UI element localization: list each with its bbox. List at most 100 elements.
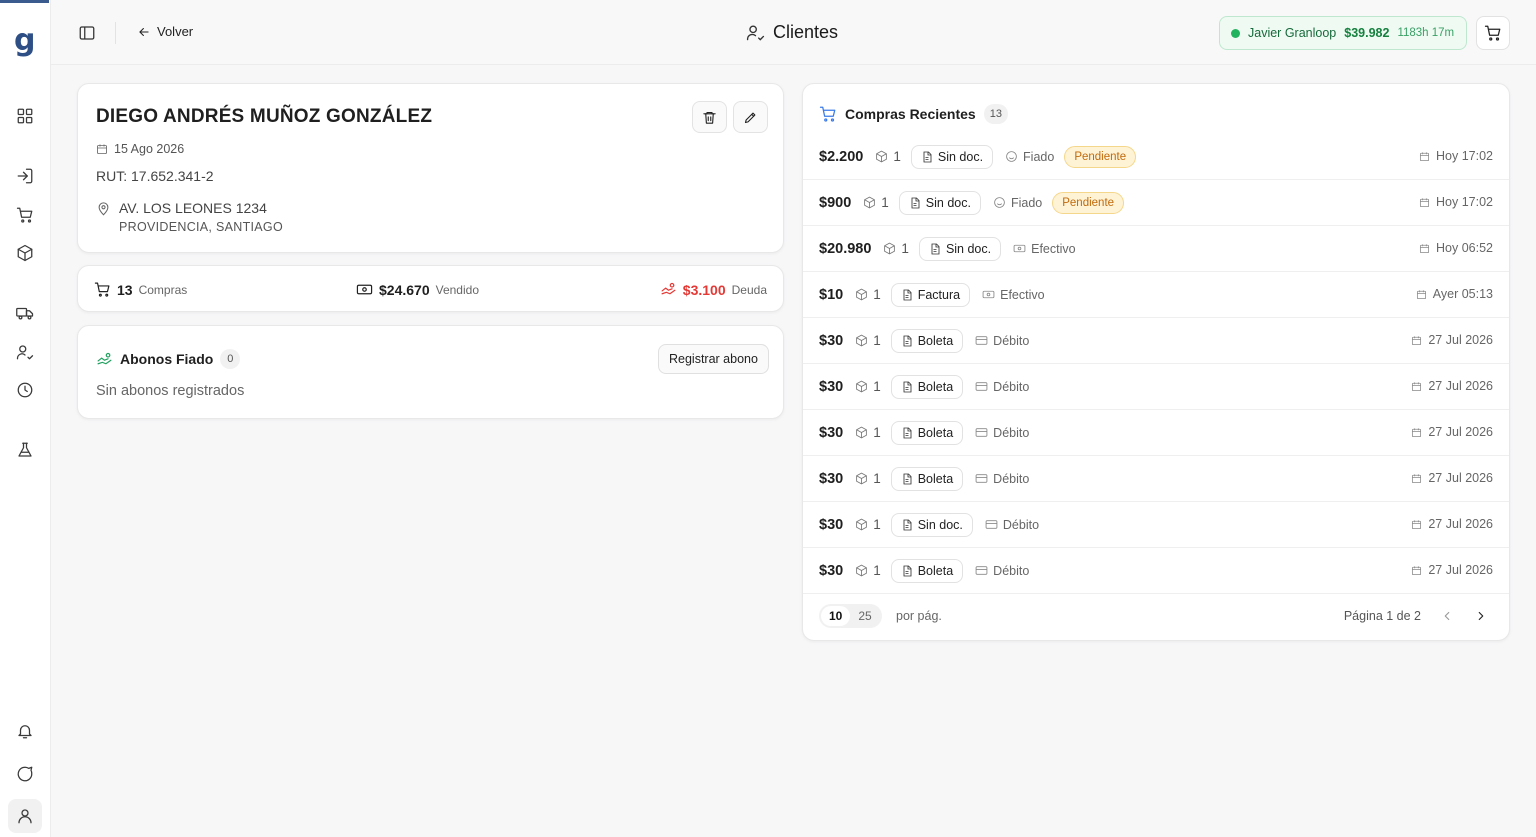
purchase-row[interactable]: $2.200 1 Sin doc. Fiado Pendiente Hoy 17:02: [803, 134, 1509, 180]
file-icon: [929, 243, 941, 255]
purchase-amount: $2.200: [819, 148, 864, 165]
top-header: Volver Clientes Javier Granloop $39.982 …: [51, 0, 1536, 65]
payment-method-text: Efectivo: [1031, 241, 1076, 256]
payment-method: Débito: [985, 518, 1039, 532]
package-icon[interactable]: [15, 243, 35, 263]
delete-button[interactable]: [692, 101, 727, 133]
truck-icon[interactable]: [15, 303, 35, 323]
stat-deuda: $3.100 Deuda: [660, 281, 767, 298]
credit-card-icon: [975, 564, 988, 577]
session-badge[interactable]: Javier Granloop $39.982 1183h 17m: [1219, 16, 1467, 50]
clock-icon[interactable]: [15, 380, 35, 400]
purchases-list: $2.200 1 Sin doc. Fiado Pendiente Hoy 17:02 $9…: [803, 134, 1509, 594]
user-avatar-button[interactable]: [8, 799, 42, 833]
file-icon: [901, 335, 913, 347]
purchase-date-text: 27 Jul 2026: [1428, 379, 1493, 393]
calendar-icon: [1411, 381, 1422, 392]
stat-deuda-value: $3.100: [682, 281, 726, 298]
document-type: Sin doc.: [937, 149, 984, 164]
purchase-row[interactable]: $30 1 Boleta Débito 27 Jul 2026: [803, 364, 1509, 410]
purchase-row[interactable]: $20.980 1 Sin doc. Efectivo Hoy 06:52: [803, 226, 1509, 272]
purchase-row[interactable]: $900 1 Sin doc. Fiado Pendiente Hoy 17:02: [803, 180, 1509, 226]
payment-method: Débito: [975, 380, 1029, 394]
purchase-qty-value: 1: [873, 425, 881, 440]
payment-method-text: Fiado: [1023, 149, 1055, 164]
next-page-button[interactable]: [1471, 606, 1491, 626]
purchase-date: Hoy 17:02: [1419, 149, 1493, 163]
cart-icon: [819, 106, 836, 122]
pencil-icon: [744, 112, 756, 123]
cart-button[interactable]: [1476, 16, 1510, 50]
payment-method-text: Fiado: [1010, 195, 1043, 210]
purchase-date: Hoy 17:02: [1419, 195, 1493, 209]
hand-coins-icon: [661, 282, 676, 295]
purchase-qty-value: 1: [873, 379, 881, 394]
register-abono-button[interactable]: Registrar abono: [658, 344, 769, 374]
purchase-row[interactable]: $30 1 Boleta Débito 27 Jul 2026: [803, 456, 1509, 502]
bell-icon[interactable]: [15, 721, 35, 741]
back-button[interactable]: Volver: [137, 24, 193, 39]
dashboard-icon[interactable]: [15, 106, 35, 126]
purchase-date: 27 Jul 2026: [1411, 563, 1493, 577]
payment-method-text: Débito: [993, 333, 1030, 348]
cart-icon[interactable]: [15, 205, 35, 225]
purchase-date-text: Hoy 17:02: [1436, 149, 1493, 163]
stat-deuda-label: Deuda: [731, 282, 767, 297]
page-size-25[interactable]: 25: [850, 606, 879, 626]
hand-coins-icon: [97, 352, 112, 364]
purchase-date: 27 Jul 2026: [1411, 379, 1493, 393]
purchase-date-text: 27 Jul 2026: [1428, 563, 1493, 577]
app-logo[interactable]: g: [14, 26, 35, 56]
chevron-left-icon: [1444, 611, 1450, 621]
abonos-card: Abonos Fiado 0 Registrar abono Sin abono…: [77, 325, 784, 419]
package-icon: [855, 426, 868, 439]
client-date: 15 Ago 2026: [96, 142, 184, 156]
stat-vendido: $24.670 Vendido: [356, 281, 479, 298]
purchase-date-text: Hoy 17:02: [1436, 195, 1493, 209]
session-amount: $39.982: [1344, 26, 1390, 40]
purchase-row[interactable]: $30 1 Boleta Débito 27 Jul 2026: [803, 410, 1509, 456]
purchase-qty-value: 1: [873, 563, 881, 578]
purchase-date-text: 27 Jul 2026: [1428, 333, 1493, 347]
credit-card-icon: [975, 472, 988, 485]
package-icon: [855, 518, 868, 531]
status-badge: Pendiente: [1052, 191, 1125, 214]
prev-page-button[interactable]: [1437, 606, 1457, 626]
purchase-amount: $30: [819, 424, 844, 441]
purchase-date: 27 Jul 2026: [1411, 425, 1493, 439]
file-icon: [901, 565, 913, 577]
purchase-row[interactable]: $30 1 Sin doc. Débito 27 Jul 2026: [803, 502, 1509, 548]
calendar-icon: [1411, 473, 1422, 484]
package-icon: [855, 380, 868, 393]
document-badge: Sin doc.: [918, 236, 1002, 261]
payment-method-text: Débito: [993, 471, 1030, 486]
calendar-icon: [1411, 565, 1422, 576]
file-icon: [901, 289, 913, 301]
chat-icon[interactable]: [15, 764, 35, 784]
status-badge: Pendiente: [1064, 145, 1137, 168]
purchase-qty: 1: [883, 241, 909, 256]
purchase-amount: $30: [819, 562, 844, 579]
sidebar-toggle-icon[interactable]: [78, 24, 96, 42]
purchase-date: 27 Jul 2026: [1411, 333, 1493, 347]
pagination: 10 25 por pág. Página 1 de 2: [819, 604, 1495, 630]
purchase-qty: 1: [855, 333, 881, 348]
edit-button[interactable]: [733, 101, 768, 133]
page-size-10[interactable]: 10: [821, 606, 851, 626]
purchase-date-text: 27 Jul 2026: [1428, 517, 1493, 531]
purchase-row[interactable]: $30 1 Boleta Débito 27 Jul 2026: [803, 548, 1509, 594]
purchases-count-badge: 13: [983, 104, 1008, 124]
calendar-icon: [1411, 427, 1422, 438]
calendar-icon: [1411, 335, 1422, 346]
banknote-icon: [982, 288, 995, 301]
purchase-date-text: 27 Jul 2026: [1428, 471, 1493, 485]
flask-icon[interactable]: [15, 440, 35, 460]
purchase-row[interactable]: $10 1 Factura Efectivo Ayer 05:13: [803, 272, 1509, 318]
credit-card-icon: [975, 380, 988, 393]
purchase-row[interactable]: $30 1 Boleta Débito 27 Jul 2026: [803, 318, 1509, 364]
clients-icon[interactable]: [15, 342, 35, 362]
calendar-icon: [1419, 197, 1430, 208]
page-title: Clientes: [746, 22, 838, 43]
purchase-amount: $30: [819, 516, 844, 533]
login-icon[interactable]: [15, 166, 35, 186]
